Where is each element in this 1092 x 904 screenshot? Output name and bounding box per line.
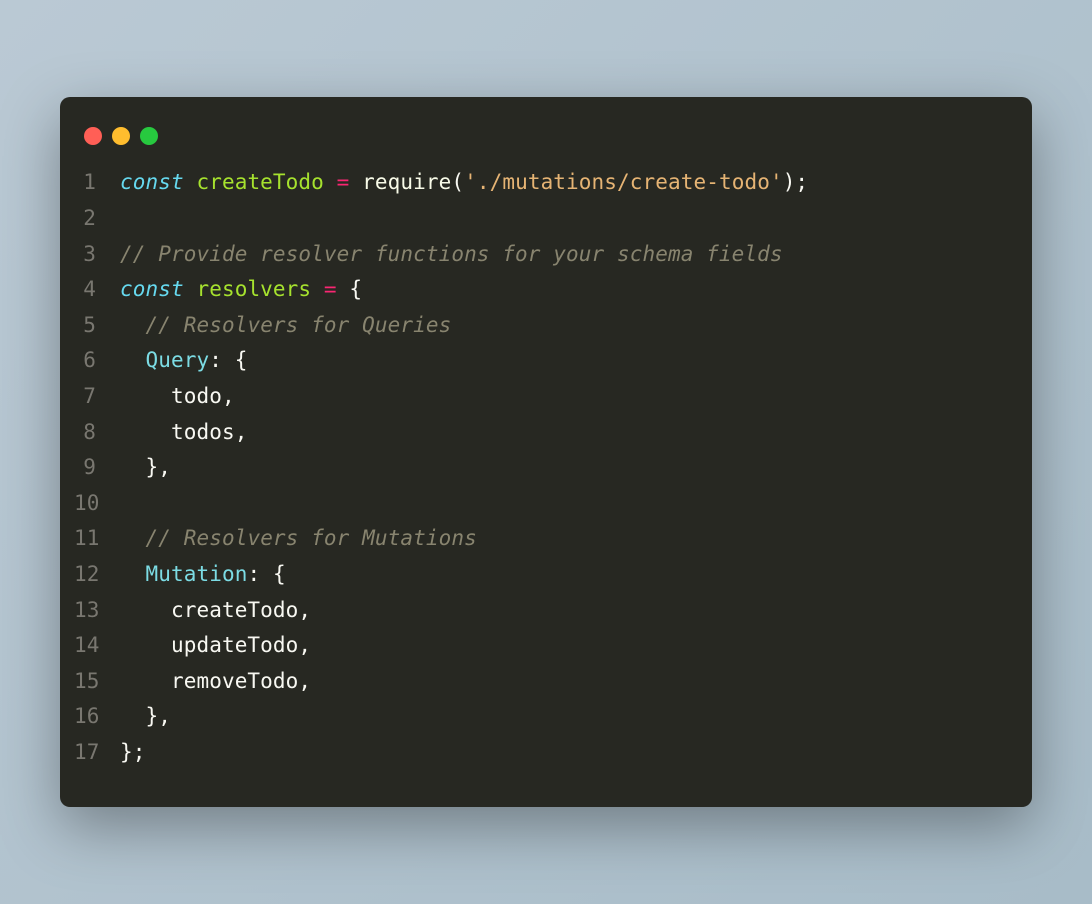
line-number: 16: [74, 699, 120, 735]
line-number: 3: [74, 237, 120, 273]
line-content: // Resolvers for Queries: [120, 308, 451, 344]
line-number: 14: [74, 628, 120, 664]
code-line: 16 },: [74, 699, 1008, 735]
line-content: },: [120, 699, 171, 735]
code-line: 14 updateTodo,: [74, 628, 1008, 664]
line-content: todo,: [120, 379, 235, 415]
maximize-icon[interactable]: [140, 127, 158, 145]
line-number: 4: [74, 272, 120, 308]
line-content: createTodo,: [120, 593, 311, 629]
line-number: 1: [74, 165, 120, 201]
line-number: 8: [74, 415, 120, 451]
code-line: 4const resolvers = {: [74, 272, 1008, 308]
line-number: 12: [74, 557, 120, 593]
line-content: Mutation: {: [120, 557, 286, 593]
line-number: 17: [74, 735, 120, 771]
window-controls: [60, 121, 1032, 165]
line-content: [120, 486, 133, 522]
line-content: Query: {: [120, 343, 247, 379]
line-number: 13: [74, 593, 120, 629]
code-line: 12 Mutation: {: [74, 557, 1008, 593]
code-editor[interactable]: 1const createTodo = require('./mutations…: [60, 165, 1032, 770]
line-number: 9: [74, 450, 120, 486]
code-line: 17};: [74, 735, 1008, 771]
code-line: 15 removeTodo,: [74, 664, 1008, 700]
line-content: const resolvers = {: [120, 272, 362, 308]
code-line: 2: [74, 201, 1008, 237]
line-content: };: [120, 735, 146, 771]
code-line: 13 createTodo,: [74, 593, 1008, 629]
code-line: 6 Query: {: [74, 343, 1008, 379]
line-content: todos,: [120, 415, 247, 451]
line-number: 2: [74, 201, 120, 237]
line-content: removeTodo,: [120, 664, 311, 700]
line-content: updateTodo,: [120, 628, 311, 664]
close-icon[interactable]: [84, 127, 102, 145]
code-line: 8 todos,: [74, 415, 1008, 451]
line-number: 6: [74, 343, 120, 379]
code-window: 1const createTodo = require('./mutations…: [60, 97, 1032, 806]
code-line: 1const createTodo = require('./mutations…: [74, 165, 1008, 201]
line-content: const createTodo = require('./mutations/…: [120, 165, 808, 201]
line-number: 5: [74, 308, 120, 344]
code-line: 10: [74, 486, 1008, 522]
line-number: 7: [74, 379, 120, 415]
code-line: 3// Provide resolver functions for your …: [74, 237, 1008, 273]
line-number: 11: [74, 521, 120, 557]
line-content: [120, 201, 133, 237]
code-line: 9 },: [74, 450, 1008, 486]
minimize-icon[interactable]: [112, 127, 130, 145]
line-content: // Provide resolver functions for your s…: [120, 237, 783, 273]
code-line: 5 // Resolvers for Queries: [74, 308, 1008, 344]
line-number: 10: [74, 486, 120, 522]
line-number: 15: [74, 664, 120, 700]
line-content: // Resolvers for Mutations: [120, 521, 477, 557]
code-line: 7 todo,: [74, 379, 1008, 415]
code-line: 11 // Resolvers for Mutations: [74, 521, 1008, 557]
line-content: },: [120, 450, 171, 486]
